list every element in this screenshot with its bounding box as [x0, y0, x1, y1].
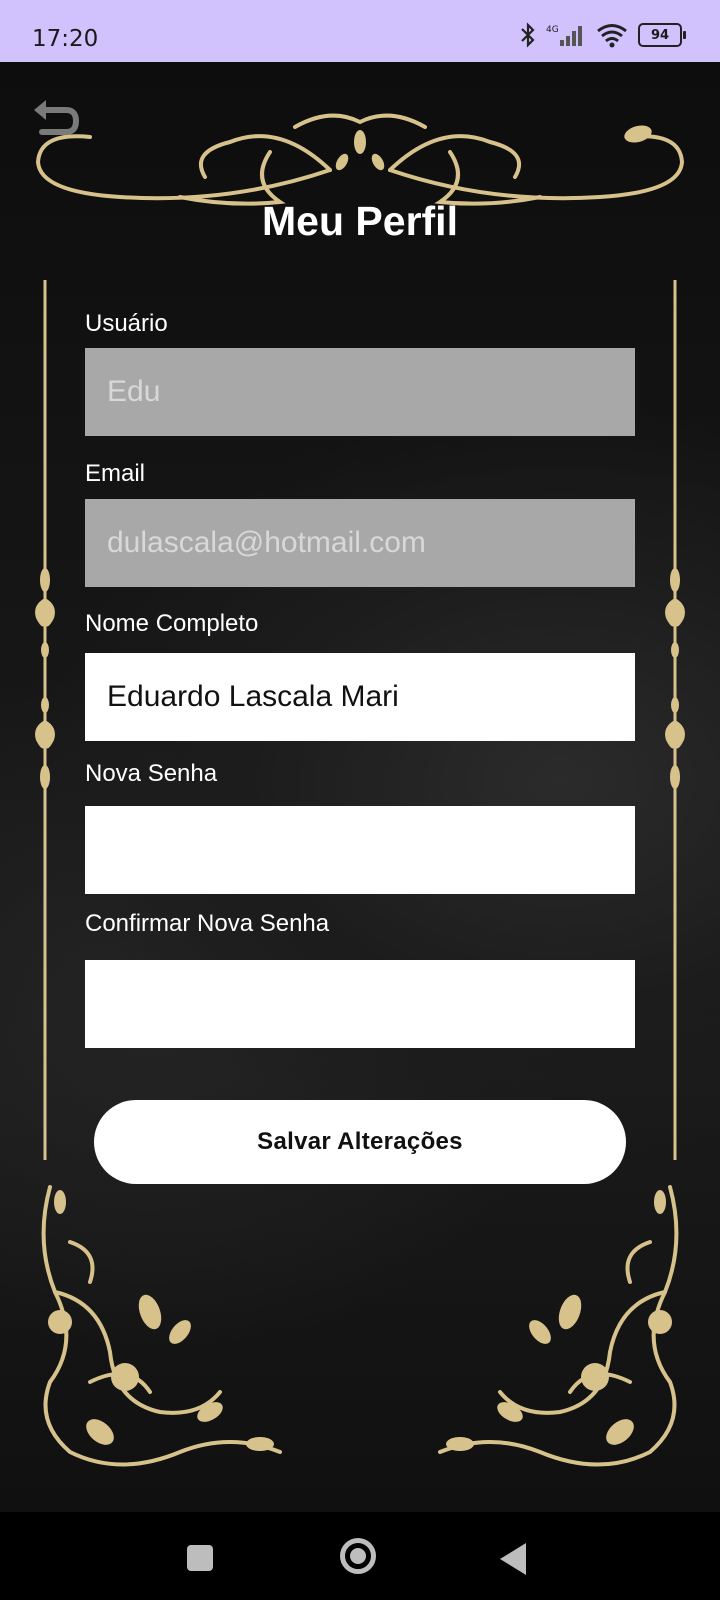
home-icon[interactable] [340, 1538, 376, 1574]
signal-4g-icon: 4G [546, 25, 582, 46]
battery-icon: 94 [638, 23, 686, 47]
bluetooth-icon [521, 22, 535, 48]
email-label: Email [85, 460, 146, 487]
svg-text:4G: 4G [546, 25, 559, 35]
left-side-ornament [35, 280, 55, 1160]
full-name-label: Nome Completo [85, 610, 259, 637]
back-arrow-icon[interactable] [30, 98, 80, 142]
email-field [85, 499, 635, 587]
username-field [85, 348, 635, 436]
confirm-password-label: Confirmar Nova Senha [85, 910, 330, 937]
profile-screen: Meu Perfil Usuário Email Nome Completo N… [0, 62, 720, 1512]
status-bar: 17:20 4G 94 [0, 0, 720, 62]
bottom-left-floral-ornament [41, 1185, 282, 1467]
bottom-right-floral-ornament [438, 1185, 679, 1467]
status-icons: 4G 94 [520, 22, 686, 48]
new-password-label: Nova Senha [85, 760, 218, 787]
back-icon[interactable] [500, 1543, 526, 1575]
confirm-password-field[interactable] [85, 960, 635, 1048]
right-side-ornament [665, 280, 685, 1160]
wifi-icon [597, 24, 627, 48]
page-title: Meu Perfil [262, 198, 458, 244]
status-time: 17:20 [32, 26, 99, 52]
recent-apps-icon[interactable] [187, 1545, 213, 1571]
new-password-field[interactable] [85, 806, 635, 894]
username-label: Usuário [85, 310, 168, 337]
full-name-field[interactable] [85, 653, 635, 741]
save-button[interactable]: Salvar Alterações [94, 1100, 626, 1184]
battery-level: 94 [650, 27, 670, 43]
